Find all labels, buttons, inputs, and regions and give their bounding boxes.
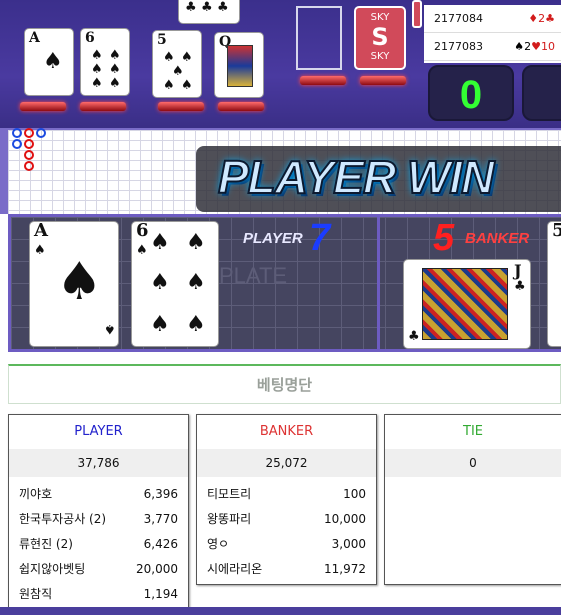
game-table-scene: A ♠ 6 ♠ ♠ ♠ ♠ ♠ ♠ 5 ♠ ♠ ♠ ♠ ♠ Q ♣ ♣ ♣ SKY S SKY… bbox=[0, 0, 561, 128]
bead-banker bbox=[24, 128, 34, 138]
list-item: 시에라리온 11,972 bbox=[197, 556, 376, 581]
bettor-name: 끼야호 bbox=[19, 487, 53, 501]
bet-amount: 20,000 bbox=[136, 561, 178, 576]
list-item: 왕똥파리 10,000 bbox=[197, 506, 376, 531]
round-number: 2177084 bbox=[434, 12, 483, 25]
deck-card-logo: S bbox=[371, 23, 389, 51]
bet-column-title: PLAYER bbox=[74, 424, 123, 439]
bead-player bbox=[36, 128, 46, 138]
banker-score-box bbox=[522, 65, 561, 121]
betting-list-title: 베팅명단 bbox=[256, 376, 313, 394]
deck-card-text-top: SKY bbox=[370, 12, 390, 23]
slot-light bbox=[20, 102, 66, 111]
bettor-name: 영ㅇ bbox=[207, 537, 230, 551]
betting-list-header: 베팅명단 bbox=[8, 364, 561, 404]
banker-score: 5 bbox=[433, 217, 455, 259]
card-queen-small: Q bbox=[214, 32, 264, 98]
bettor-name: 쉽지않아벳팅 bbox=[19, 562, 86, 576]
deck-card-back: SKY S SKY bbox=[354, 6, 406, 70]
bet-amount: 3,000 bbox=[331, 536, 366, 551]
list-item: 영ㅇ 3,000 bbox=[197, 531, 376, 556]
bet-column-total: 25,072 bbox=[197, 449, 376, 477]
round-history: 2177084 ♦2♣ 2177083 ♠2♥10 bbox=[424, 5, 561, 63]
list-item: 끼야호 6,396 bbox=[9, 481, 188, 506]
bettor-name: 류현진 (2) bbox=[19, 537, 73, 551]
deck-card-text-bottom: SKY bbox=[370, 51, 390, 62]
result-red: ♥10 bbox=[531, 40, 555, 53]
face-art bbox=[422, 268, 508, 340]
card-six-spades-small: 6 ♠ ♠ ♠ ♠ ♠ ♠ bbox=[80, 28, 130, 96]
empty-card-slot bbox=[296, 6, 342, 70]
win-banner-text: PLAYER WIN bbox=[217, 150, 495, 204]
bead-banker bbox=[24, 139, 34, 149]
card-ace-spades-small: A ♠ bbox=[24, 28, 74, 96]
face-art bbox=[227, 45, 253, 87]
bettor-name: 티모트리 bbox=[207, 487, 252, 501]
result-red: ♦2♣ bbox=[528, 12, 555, 25]
bet-column-title: BANKER bbox=[259, 424, 314, 439]
bet-column-banker: BANKER 25,072 티모트리 100 왕똥파리 10,000 영ㅇ 3,000… bbox=[196, 414, 377, 585]
bead-banker bbox=[24, 161, 34, 171]
bead-player bbox=[12, 128, 22, 138]
bead-banker bbox=[24, 150, 34, 160]
card-jack-clubs: J ♣ ♣ bbox=[403, 259, 531, 349]
history-row: 2177084 ♦2♣ bbox=[424, 5, 561, 33]
bet-amount: 6,426 bbox=[143, 536, 178, 551]
round-result: ♦2♣ bbox=[528, 12, 555, 25]
bead-player bbox=[12, 139, 22, 149]
round-result: ♠2♥10 bbox=[514, 40, 555, 53]
player-score-display: 0 bbox=[459, 73, 483, 117]
player-score: 7 bbox=[309, 217, 331, 259]
bet-amount: 100 bbox=[343, 486, 366, 501]
bet-amount: 11,972 bbox=[324, 561, 366, 576]
result-dark: ♠2 bbox=[514, 40, 532, 53]
bettor-name: 시에라리온 bbox=[207, 562, 263, 576]
card-ace-spades: A ♠ ♠ ♠ bbox=[29, 221, 119, 347]
bet-column-tie: TIE 0 bbox=[384, 414, 561, 585]
list-item: 한국투자공사 (2) 3,770 bbox=[9, 506, 188, 531]
bet-amount: 6,396 bbox=[143, 486, 178, 501]
round-number: 2177083 bbox=[434, 40, 483, 53]
list-item: 쉽지않아벳팅 20,000 bbox=[9, 556, 188, 581]
result-area: PLATE A ♠ ♠ ♠ 6 ♠ ♠ ♠ ♠ ♠ ♠ ♠ PLAYER 7 5 BA… bbox=[8, 214, 561, 352]
deck-card-back-edge bbox=[412, 0, 422, 28]
bet-amount: 1,194 bbox=[143, 586, 178, 601]
list-item: 티모트리 100 bbox=[197, 481, 376, 506]
list-item: 원참직 1,194 bbox=[9, 581, 188, 606]
bottom-bar bbox=[0, 607, 561, 615]
banker-label: BANKER bbox=[465, 230, 530, 247]
slot-light bbox=[300, 76, 346, 85]
plate-watermark: PLATE bbox=[219, 263, 288, 288]
result-divider bbox=[377, 217, 380, 349]
player-label: PLAYER bbox=[243, 230, 303, 247]
road-left-border bbox=[0, 128, 8, 214]
card-six-spades: 6 ♠ ♠ ♠ ♠ ♠ ♠ ♠ bbox=[131, 221, 219, 347]
slot-light bbox=[360, 76, 406, 85]
bet-column-total: 37,786 bbox=[9, 449, 188, 477]
bet-amount: 10,000 bbox=[324, 511, 366, 526]
bettor-name: 한국투자공사 (2) bbox=[19, 512, 107, 526]
bet-column-total: 0 bbox=[385, 449, 561, 477]
card-five-partial: 5 bbox=[547, 221, 561, 347]
bettor-name: 원참직 bbox=[19, 587, 53, 601]
list-item: 류현진 (2) 6,426 bbox=[9, 531, 188, 556]
slot-light bbox=[80, 102, 126, 111]
slot-light bbox=[218, 102, 264, 111]
player-score-box: 0 bbox=[428, 65, 514, 121]
card-five-spades-small: 5 ♠ ♠ ♠ ♠ ♠ bbox=[152, 30, 202, 98]
bet-column-title: TIE bbox=[463, 424, 483, 439]
bet-amount: 3,770 bbox=[143, 511, 178, 526]
bettor-name: 왕똥파리 bbox=[207, 512, 252, 526]
card-top-partial: ♣ ♣ ♣ bbox=[178, 0, 240, 24]
bet-column-player: PLAYER 37,786 끼야호 6,396 한국투자공사 (2) 3,770 류… bbox=[8, 414, 189, 608]
history-row: 2177083 ♠2♥10 bbox=[424, 33, 561, 61]
slot-light bbox=[158, 102, 204, 111]
